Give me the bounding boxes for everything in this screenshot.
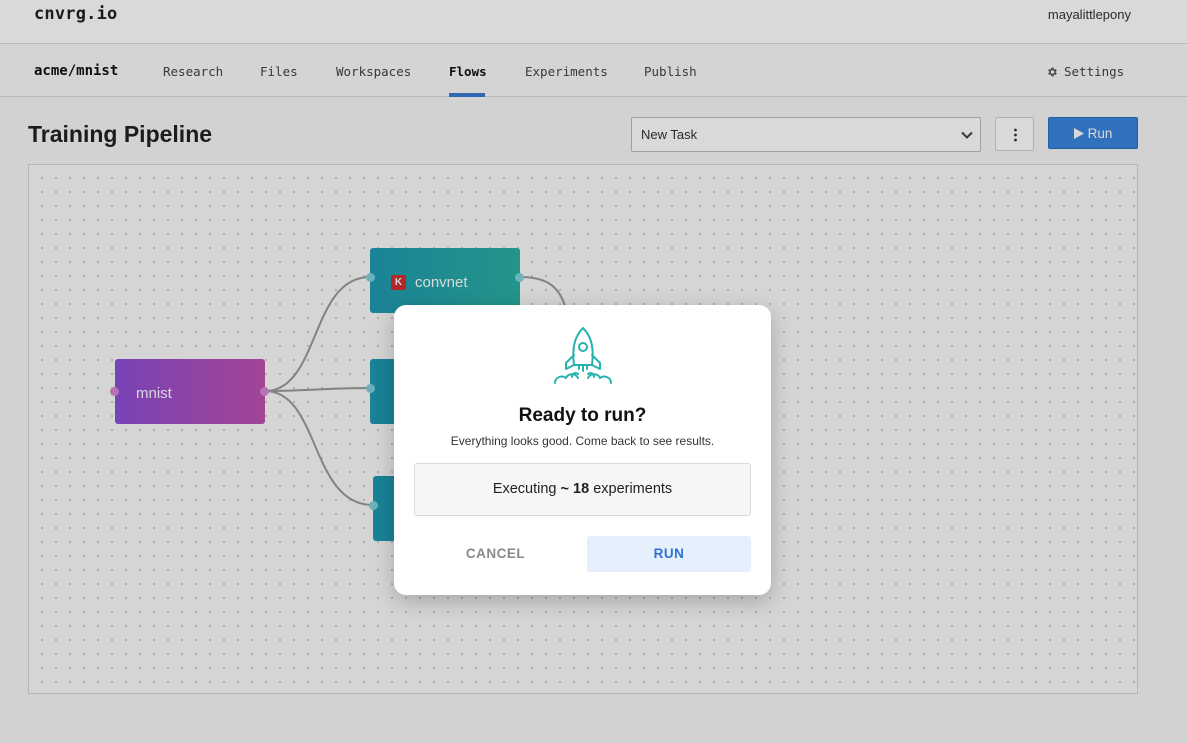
dialog-subtitle: Everything looks good. Come back to see … [450, 434, 715, 448]
exec-prefix: Executing [492, 481, 557, 497]
dialog-title: Ready to run? [518, 405, 647, 426]
rocket-icon [554, 327, 612, 384]
experiment-count-box: Executing ~ 18 experiments [414, 463, 751, 516]
confirm-run-button[interactable]: RUN [587, 536, 751, 572]
run-confirm-dialog: Ready to run? Everything looks good. Com… [394, 305, 771, 595]
cancel-button[interactable]: CANCEL [414, 536, 577, 572]
experiment-count: ~ 18 [560, 481, 590, 497]
exec-suffix: experiments [593, 481, 673, 497]
